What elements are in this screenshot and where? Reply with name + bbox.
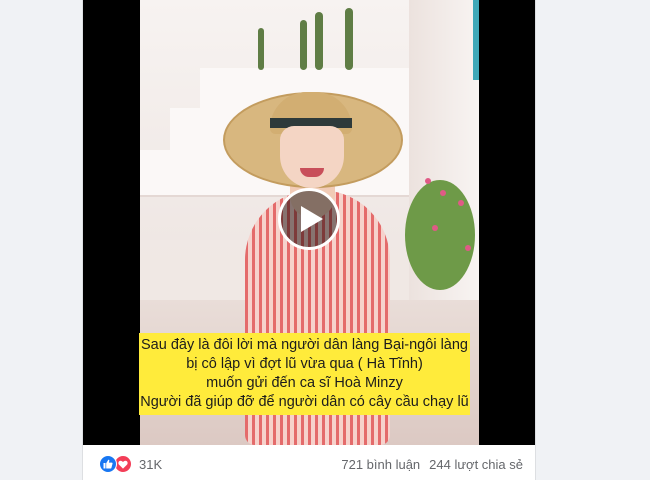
caption-line-2: bị cô lập vì đợt lũ vừa qua ( Hà Tĩnh) bbox=[186, 356, 423, 372]
video-caption: Sau đây là đôi lời mà người dân làng Bại… bbox=[139, 333, 470, 415]
shares-count-link[interactable]: 244 lượt chia sẻ bbox=[429, 457, 523, 472]
caption-line-3: muốn gửi đến ca sĩ Hoà Minzy bbox=[206, 375, 403, 391]
caption-line-1: Sau đây là đôi lời mà người dân làng Bại… bbox=[141, 337, 468, 353]
play-icon bbox=[300, 206, 323, 232]
post-footer: 31K 721 bình luận 244 lượt chia sẻ bbox=[83, 445, 535, 480]
caption-line-4: Người đã giúp đỡ để người dân có cây cầu… bbox=[140, 394, 469, 410]
reactions-summary[interactable]: 31K bbox=[99, 455, 162, 473]
reaction-count: 31K bbox=[139, 456, 163, 472]
like-icon bbox=[99, 455, 117, 473]
post-card: Sau đây là đôi lời mà người dân làng Bại… bbox=[82, 0, 536, 480]
play-button[interactable] bbox=[278, 188, 340, 250]
comments-count-link[interactable]: 721 bình luận bbox=[341, 457, 420, 472]
video-player[interactable]: Sau đây là đôi lời mà người dân làng Bại… bbox=[83, 0, 535, 445]
